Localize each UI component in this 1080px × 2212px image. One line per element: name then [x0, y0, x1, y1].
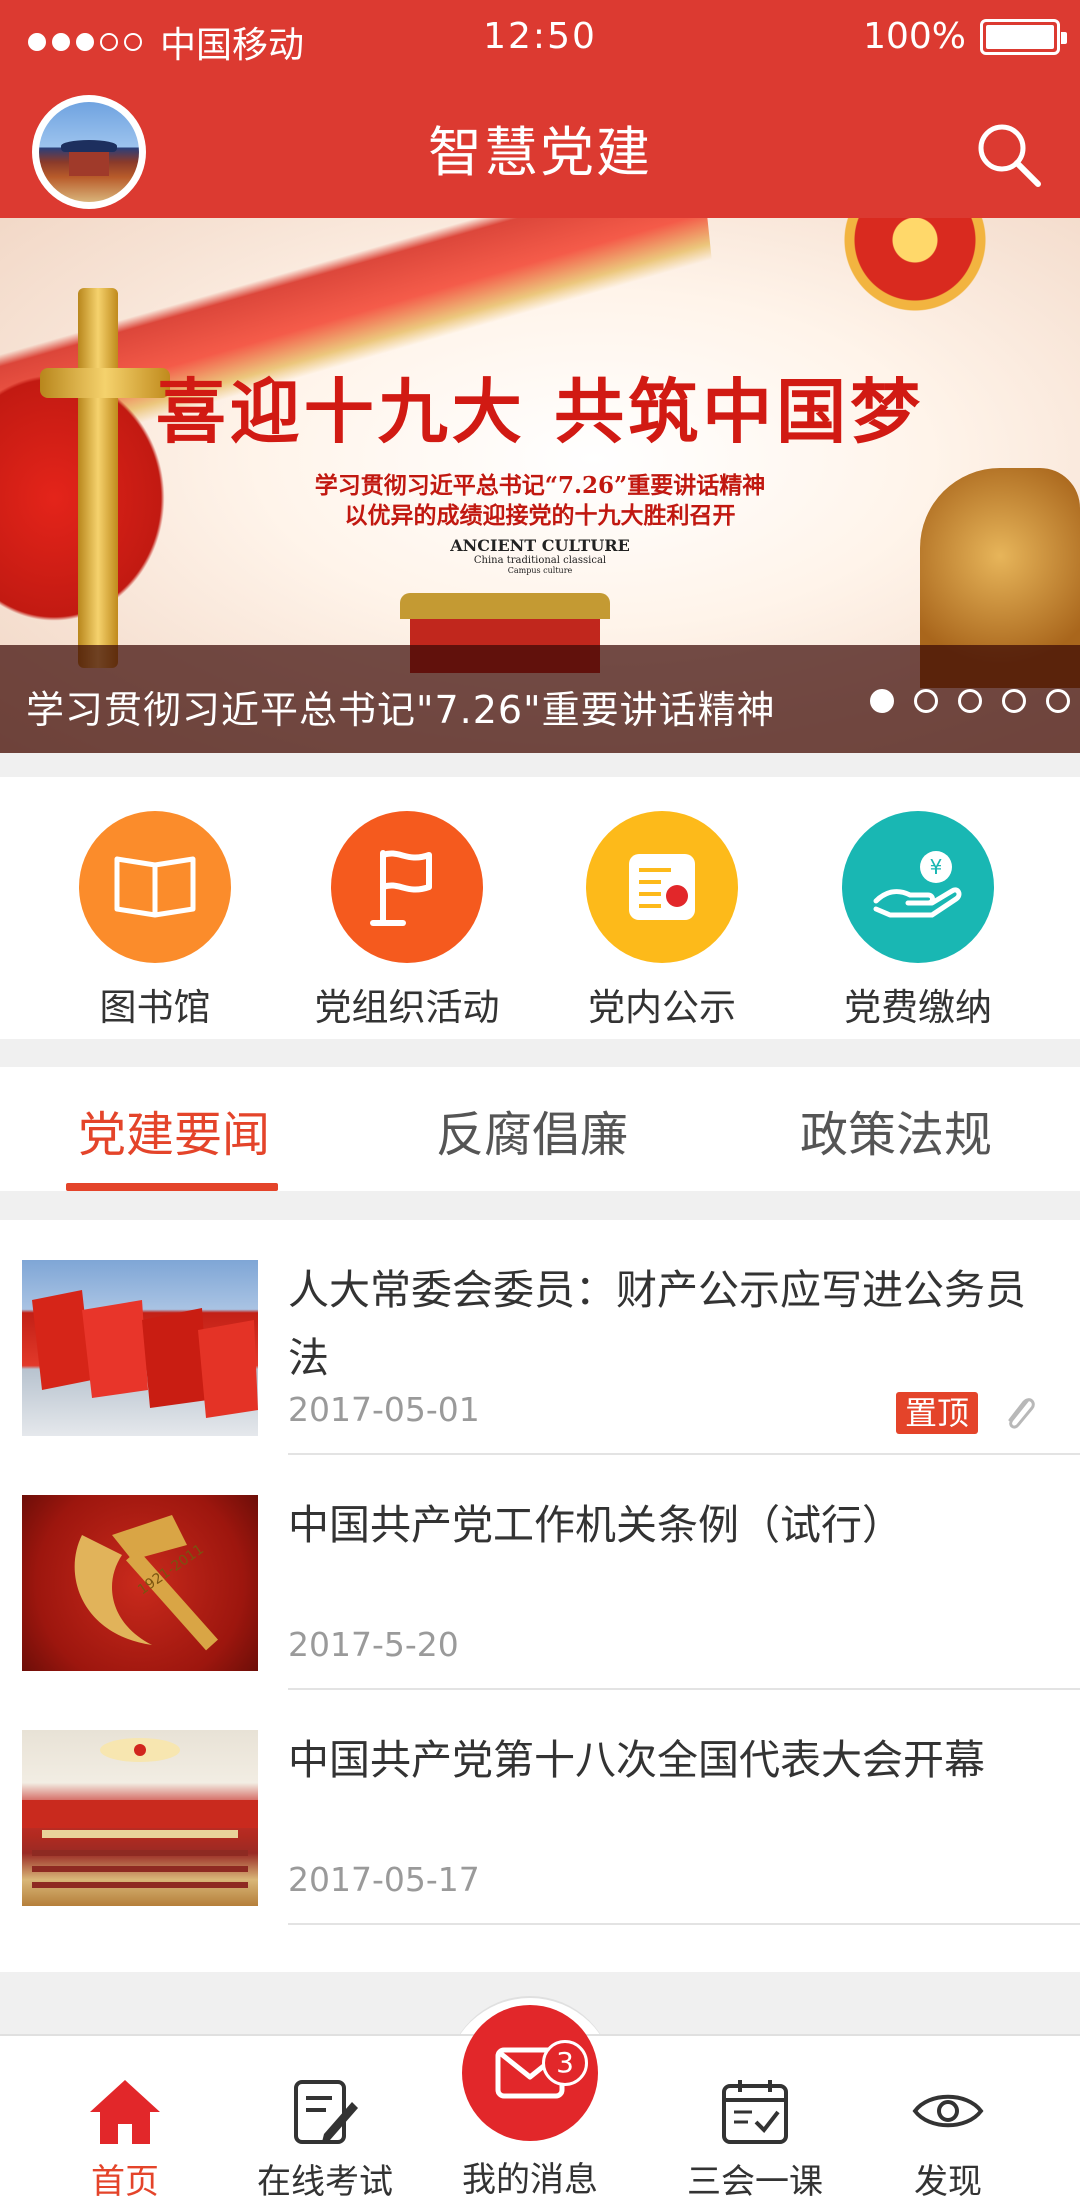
news-list: 人大常委会委员：财产公示应写进公务员法 2017-05-01 置顶 1921-2…: [0, 1220, 1080, 1972]
quick-item-party-fee[interactable]: ¥ 党费缴纳: [808, 811, 1028, 1031]
news-title: 中国共产党第十八次全国代表大会开幕: [288, 1736, 985, 1784]
pager-dot[interactable]: [914, 689, 938, 713]
divider: [288, 1923, 1080, 1925]
news-date: 2017-05-01: [288, 1390, 480, 1429]
banner-en-sub2: Campus culture: [507, 566, 573, 575]
quick-item-label: 党内公示: [588, 986, 736, 1029]
banner-carousel[interactable]: 喜迎十九大 共筑中国梦 学习贯彻习近平总书记“7.26”重要讲话精神 以优异的成…: [0, 218, 1080, 753]
pager-dot[interactable]: [870, 689, 894, 713]
notice-icon: [586, 811, 738, 963]
list-item[interactable]: 1921-2011 中国共产党工作机关条例（试行） 2017-5-20: [0, 1455, 1080, 1690]
quick-item-party-activity[interactable]: 党组织活动: [297, 811, 517, 1031]
book-icon: [79, 811, 231, 963]
quick-item-label: 党费缴纳: [844, 986, 992, 1029]
message-count-badge: 3: [542, 2040, 588, 2086]
banner-english-text: ANCIENT CULTURE China traditional classi…: [0, 536, 1080, 575]
tab-anti-corruption[interactable]: 反腐倡廉: [436, 1095, 628, 1165]
news-tabs: 党建要闻 反腐倡廉 政策法规: [0, 1067, 1080, 1191]
list-item[interactable]: 人大常委会委员：财产公示应写进公务员法 2017-05-01 置顶: [0, 1220, 1080, 1455]
quick-item-party-notice[interactable]: 党内公示: [552, 811, 772, 1031]
status-bar: 中国移动 12:50 100%: [0, 0, 1080, 78]
list-item[interactable]: 中国共产党第十八次全国代表大会开幕 2017-05-17: [0, 1690, 1080, 1925]
banner-subtitle-1: 学习贯彻习近平总书记“7.26”重要讲话精神: [314, 472, 766, 499]
carousel-pager: [870, 689, 1070, 713]
battery-icon: [980, 18, 1067, 55]
payment-hand-icon: ¥: [842, 811, 994, 963]
search-icon[interactable]: [972, 118, 1044, 190]
active-tab-indicator: [66, 1183, 278, 1191]
banner-subtitle-2: 以优异的成绩迎接党的十九大胜利召开: [344, 502, 736, 529]
attachment-icon: [1008, 1398, 1035, 1429]
banner-headline: 喜迎十九大 共筑中国梦: [155, 370, 925, 453]
nav-three-meetings[interactable]: 三会一课: [665, 2074, 845, 2203]
tab-party-news[interactable]: 党建要闻: [78, 1095, 270, 1165]
news-thumbnail-congress-hall: [22, 1730, 258, 1906]
news-date: 2017-5-20: [288, 1625, 459, 1664]
banner-en-sub1: China traditional classical: [473, 555, 607, 566]
banner-caption-bar: 学习贯彻习近平总书记"7.26"重要讲话精神: [0, 645, 1080, 753]
pager-dot[interactable]: [1046, 689, 1070, 713]
pager-dot[interactable]: [958, 689, 982, 713]
news-thumbnail-party-emblem: 1921-2011: [22, 1495, 258, 1671]
tab-policy-regulations[interactable]: 政策法规: [800, 1095, 992, 1165]
app-header: 中国移动 12:50 100% 智慧党建: [0, 0, 1080, 218]
news-title: 人大常委会委员：财产公示应写进公务员法: [288, 1266, 1026, 1382]
flag-icon: [331, 811, 483, 963]
battery-info: 100%: [863, 16, 1067, 57]
quick-menu: 图书馆 党组织活动 党内公示 ¥ 党费缴纳: [0, 777, 1080, 1039]
news-date: 2017-05-17: [288, 1860, 480, 1899]
national-emblem: [820, 218, 1010, 328]
nav-label: 我的消息: [462, 2160, 598, 2200]
exam-icon: [285, 2074, 365, 2148]
nav-online-exam[interactable]: 在线考试: [235, 2074, 415, 2203]
pinned-badge: 置顶: [896, 1392, 978, 1434]
quick-item-label: 图书馆: [99, 986, 211, 1029]
nav-home[interactable]: 首页: [35, 2074, 215, 2203]
nav-label: 首页: [91, 2162, 159, 2202]
eye-icon: [908, 2074, 988, 2148]
home-icon: [85, 2074, 165, 2148]
quick-item-label: 党组织活动: [314, 986, 500, 1029]
page-title: 智慧党建: [428, 121, 652, 184]
news-title: 中国共产党工作机关条例（试行）: [288, 1501, 903, 1549]
nav-label: 发现: [914, 2162, 982, 2202]
nav-label: 三会一课: [687, 2162, 823, 2202]
calendar-icon: [715, 2074, 795, 2148]
svg-text:¥: ¥: [930, 855, 943, 879]
quick-item-library[interactable]: 图书馆: [45, 811, 265, 1031]
battery-percent: 100%: [863, 16, 966, 57]
nav-label: 在线考试: [257, 2162, 393, 2202]
banner-en-title: ANCIENT CULTURE: [450, 536, 630, 555]
nav-discover[interactable]: 发现: [858, 2074, 1038, 2203]
banner-caption: 学习贯彻习近平总书记"7.26"重要讲话精神: [26, 688, 776, 732]
news-thumbnail-flags: [22, 1260, 258, 1436]
pager-dot[interactable]: [1002, 689, 1026, 713]
